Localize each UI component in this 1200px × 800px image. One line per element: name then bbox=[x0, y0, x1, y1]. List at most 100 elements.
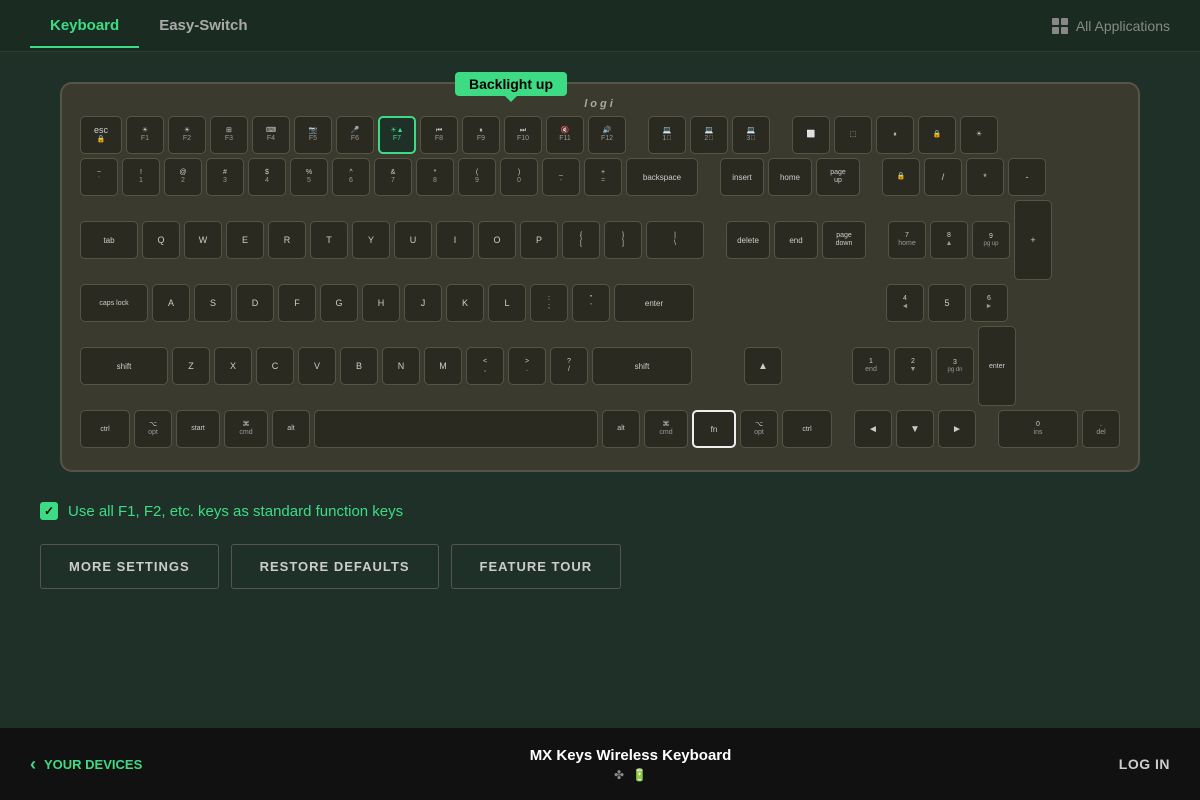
key-6[interactable]: ^6 bbox=[332, 158, 370, 196]
key-lock[interactable]: 🔒 bbox=[918, 116, 956, 154]
key-l[interactable]: L bbox=[488, 284, 526, 322]
key-g[interactable]: G bbox=[320, 284, 358, 322]
key-f4[interactable]: ⌨F4 bbox=[252, 116, 290, 154]
key-lbracket[interactable]: {[ bbox=[562, 221, 600, 259]
numpad-3[interactable]: 3pg dn bbox=[936, 347, 974, 385]
key-semicolon[interactable]: :; bbox=[530, 284, 568, 322]
key-backspace[interactable]: backspace bbox=[626, 158, 698, 196]
key-backlight[interactable]: ☀ bbox=[960, 116, 998, 154]
numpad-4[interactable]: 4◄ bbox=[886, 284, 924, 322]
key-0[interactable]: )0 bbox=[500, 158, 538, 196]
numpad-dot[interactable]: .del bbox=[1082, 410, 1120, 448]
key-print[interactable]: ⬜ bbox=[792, 116, 830, 154]
key-t[interactable]: T bbox=[310, 221, 348, 259]
key-equals[interactable]: += bbox=[584, 158, 622, 196]
key-q[interactable]: Q bbox=[142, 221, 180, 259]
key-5[interactable]: %5 bbox=[290, 158, 328, 196]
numpad-8[interactable]: 8▲ bbox=[930, 221, 968, 259]
numpad-slash[interactable]: / bbox=[924, 158, 962, 196]
your-devices-button[interactable]: ‹ YOUR DEVICES bbox=[30, 754, 142, 775]
key-tilde[interactable]: ~` bbox=[80, 158, 118, 196]
key-3[interactable]: #3 bbox=[206, 158, 244, 196]
key-o[interactable]: O bbox=[478, 221, 516, 259]
numpad-enter[interactable]: enter bbox=[978, 326, 1016, 406]
key-alt-left[interactable]: alt bbox=[272, 410, 310, 448]
numpad-2[interactable]: 2▼ bbox=[894, 347, 932, 385]
key-b[interactable]: B bbox=[340, 347, 378, 385]
key-f3[interactable]: ⊞F3 bbox=[210, 116, 248, 154]
key-k[interactable]: K bbox=[446, 284, 484, 322]
key-1[interactable]: !1 bbox=[122, 158, 160, 196]
key-n[interactable]: N bbox=[382, 347, 420, 385]
restore-defaults-button[interactable]: RESTORE DEFAULTS bbox=[231, 544, 439, 589]
key-esc[interactable]: esc🔒 bbox=[80, 116, 122, 154]
key-y[interactable]: Y bbox=[352, 221, 390, 259]
numpad-7[interactable]: 7home bbox=[888, 221, 926, 259]
tab-easy-switch[interactable]: Easy-Switch bbox=[139, 3, 267, 48]
key-4[interactable]: $4 bbox=[248, 158, 286, 196]
tab-keyboard[interactable]: Keyboard bbox=[30, 3, 139, 48]
key-f2[interactable]: ☀F2 bbox=[168, 116, 206, 154]
key-e[interactable]: E bbox=[226, 221, 264, 259]
key-h[interactable]: H bbox=[362, 284, 400, 322]
key-quote[interactable]: "' bbox=[572, 284, 610, 322]
key-f[interactable]: F bbox=[278, 284, 316, 322]
key-capslock[interactable]: caps lock bbox=[80, 284, 148, 322]
key-r[interactable]: R bbox=[268, 221, 306, 259]
numpad-5[interactable]: 5 bbox=[928, 284, 966, 322]
numpad-minus[interactable]: - bbox=[1008, 158, 1046, 196]
key-8[interactable]: *8 bbox=[416, 158, 454, 196]
key-tab[interactable]: tab bbox=[80, 221, 138, 259]
key-f13[interactable]: 💻1⃣ bbox=[648, 116, 686, 154]
key-f11[interactable]: 🔇F11 bbox=[546, 116, 584, 154]
key-7[interactable]: &7 bbox=[374, 158, 412, 196]
key-j[interactable]: J bbox=[404, 284, 442, 322]
key-shift-left[interactable]: shift bbox=[80, 347, 168, 385]
numpad-9[interactable]: 9pg up bbox=[972, 221, 1010, 259]
key-f1[interactable]: ☀F1 bbox=[126, 116, 164, 154]
key-f12[interactable]: 🔊F12 bbox=[588, 116, 626, 154]
key-opt-left[interactable]: ⌥opt bbox=[134, 410, 172, 448]
numpad-6[interactable]: 6► bbox=[970, 284, 1008, 322]
function-keys-checkbox[interactable]: ✓ bbox=[40, 502, 58, 520]
key-f14[interactable]: 💻2⃣ bbox=[690, 116, 728, 154]
key-f9[interactable]: ⏸F9 bbox=[462, 116, 500, 154]
key-slash[interactable]: ?/ bbox=[550, 347, 588, 385]
key-f15[interactable]: 💻3⃣ bbox=[732, 116, 770, 154]
key-minus[interactable]: _- bbox=[542, 158, 580, 196]
key-a[interactable]: A bbox=[152, 284, 190, 322]
key-f10[interactable]: ⏭F10 bbox=[504, 116, 542, 154]
feature-tour-button[interactable]: FEATURE TOUR bbox=[451, 544, 622, 589]
key-opt-right[interactable]: ⌥opt bbox=[740, 410, 778, 448]
key-f6[interactable]: 🎤F6 bbox=[336, 116, 374, 154]
key-down[interactable]: ▼ bbox=[896, 410, 934, 448]
key-delete[interactable]: delete bbox=[726, 221, 770, 259]
key-pause[interactable]: ⏸ bbox=[876, 116, 914, 154]
key-shift-right[interactable]: shift bbox=[592, 347, 692, 385]
key-end[interactable]: end bbox=[774, 221, 818, 259]
key-comma[interactable]: <, bbox=[466, 347, 504, 385]
log-in-button[interactable]: LOG IN bbox=[1119, 756, 1170, 772]
key-start[interactable]: start bbox=[176, 410, 220, 448]
key-f7[interactable]: ☀▲F7 bbox=[378, 116, 416, 154]
key-d[interactable]: D bbox=[236, 284, 274, 322]
key-rbracket[interactable]: }] bbox=[604, 221, 642, 259]
numpad-1[interactable]: 1end bbox=[852, 347, 890, 385]
key-alt-right[interactable]: alt bbox=[602, 410, 640, 448]
key-u[interactable]: U bbox=[394, 221, 432, 259]
key-fn[interactable]: fn bbox=[692, 410, 736, 448]
numpad-0[interactable]: 0ins bbox=[998, 410, 1078, 448]
key-2[interactable]: @2 bbox=[164, 158, 202, 196]
key-backslash[interactable]: |\ bbox=[646, 221, 704, 259]
key-f8[interactable]: ⏮F8 bbox=[420, 116, 458, 154]
key-z[interactable]: Z bbox=[172, 347, 210, 385]
numpad-lock[interactable]: 🔒 bbox=[882, 158, 920, 196]
key-home[interactable]: home bbox=[768, 158, 812, 196]
key-f5[interactable]: 📷F5 bbox=[294, 116, 332, 154]
key-period[interactable]: >. bbox=[508, 347, 546, 385]
key-m[interactable]: M bbox=[424, 347, 462, 385]
more-settings-button[interactable]: MORE SETTINGS bbox=[40, 544, 219, 589]
key-cmd-right[interactable]: ⌘cmd bbox=[644, 410, 688, 448]
key-cmd-left[interactable]: ⌘cmd bbox=[224, 410, 268, 448]
key-9[interactable]: (9 bbox=[458, 158, 496, 196]
